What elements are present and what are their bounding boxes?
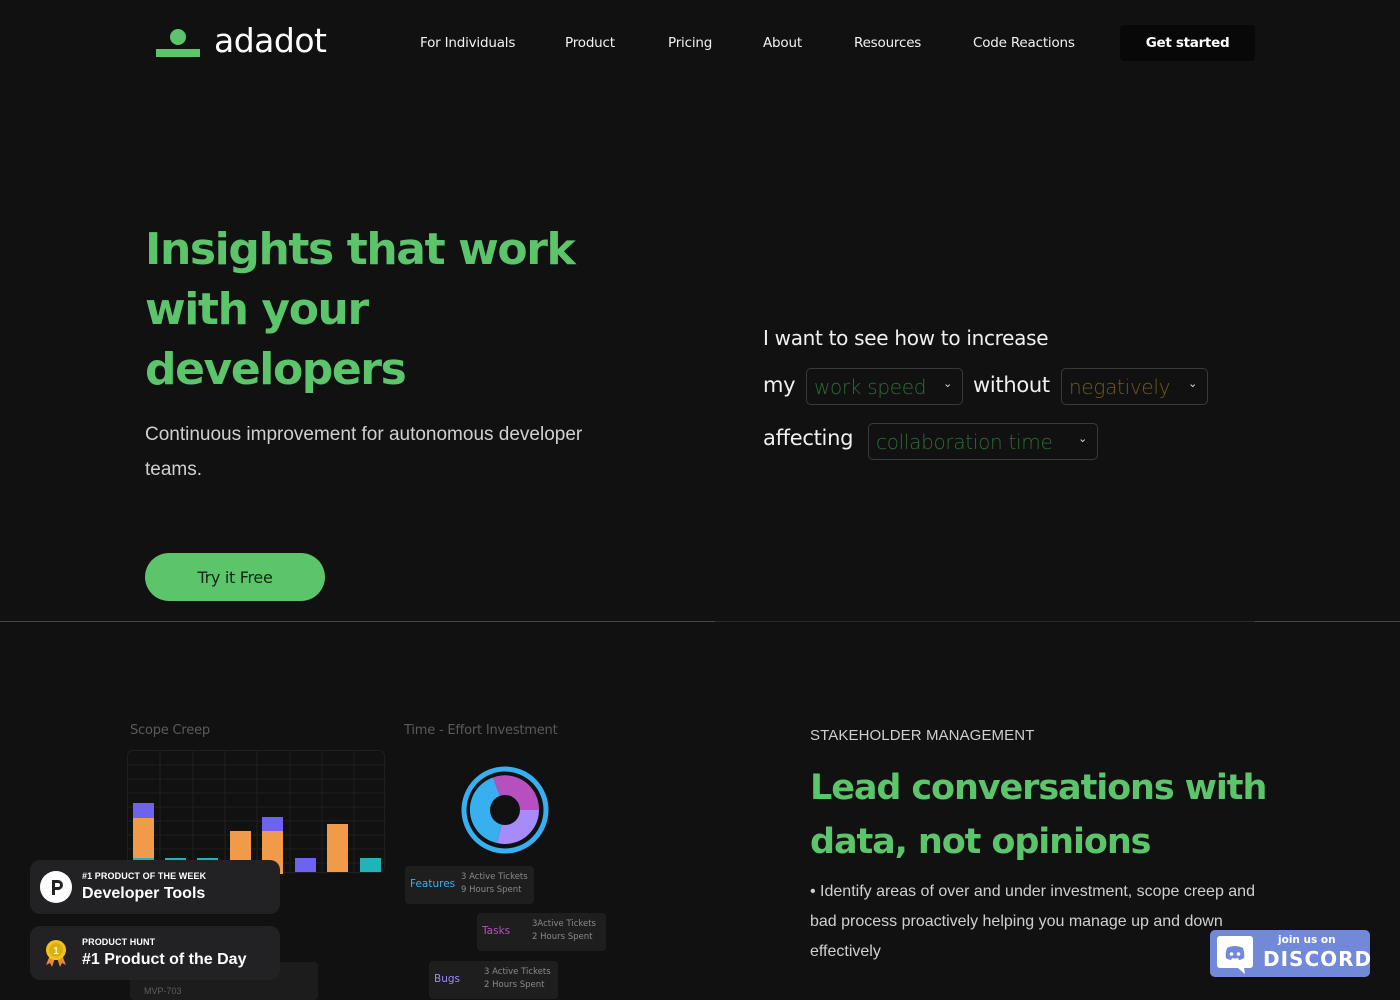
scope-bar-segment <box>262 817 283 831</box>
scope-creep-title: Scope Creep <box>130 723 210 738</box>
affected-metric-select[interactable]: collaboration time ⌄ <box>868 423 1098 460</box>
ticket-card-tickets: 3 Active Tickets <box>484 967 551 977</box>
work-metric-value: work speed <box>814 374 927 399</box>
scope-bar-segment <box>327 824 348 872</box>
scope-creep-chart-svg <box>128 751 386 874</box>
nav-link-resources[interactable]: Resources <box>854 35 921 51</box>
product-of-day-badge[interactable]: 1 PRODUCT HUNT #1 Product of the Day <box>30 926 280 980</box>
ticket-card-bugs: Bugs 3 Active Tickets 2 Hours Spent <box>429 961 558 999</box>
ticket-card-label: Tasks <box>482 925 511 937</box>
hero-title: Insights that work with your developers <box>145 224 576 395</box>
chevron-down-icon: ⌄ <box>1188 377 1197 390</box>
section-title: Lead conversations with data, not opinio… <box>810 768 1267 862</box>
sentence-intro: I want to see how to increase <box>763 326 1049 350</box>
badge-title: Developer Tools <box>82 885 206 902</box>
scope-bar-segment <box>133 803 154 818</box>
nav-link-pricing[interactable]: Pricing <box>668 35 712 51</box>
nav-link-about[interactable]: About <box>763 35 802 51</box>
product-of-week-badge[interactable]: #1 PRODUCT OF THE WEEK Developer Tools <box>30 860 280 914</box>
ticket-card-hours: 2 Hours Spent <box>484 980 545 990</box>
affected-metric-value: collaboration time <box>876 429 1053 454</box>
section-divider <box>0 621 715 622</box>
top-navigation: adadot For Individuals Product Pricing A… <box>0 0 1400 86</box>
scope-bar-segment <box>360 858 381 872</box>
medal-icon: 1 <box>46 940 66 967</box>
hero-subtitle: Continuous improvement for autonomous de… <box>145 424 583 480</box>
badge-title: #1 Product of the Day <box>82 951 247 968</box>
get-started-button[interactable]: Get started <box>1120 25 1255 61</box>
nav-link-product[interactable]: Product <box>565 35 615 51</box>
sentence-word-affecting: affecting <box>763 426 854 450</box>
discord-icon <box>1217 936 1253 974</box>
try-it-free-button[interactable]: Try it Free <box>145 553 325 601</box>
impact-select[interactable]: negatively ⌄ <box>1061 368 1208 405</box>
ticket-id: MVP-703 <box>144 986 182 996</box>
ticket-card-tickets: 3 Active Tickets <box>461 872 528 882</box>
time-effort-title: Time - Effort Investment <box>404 723 558 738</box>
nav-link-for-individuals[interactable]: For Individuals <box>420 35 515 51</box>
badge-caption: PRODUCT HUNT <box>82 937 156 947</box>
badge-caption: #1 PRODUCT OF THE WEEK <box>82 871 207 881</box>
svg-text:1: 1 <box>53 946 59 957</box>
scope-creep-chart <box>127 750 386 874</box>
ticket-card-features: Features 3 Active Tickets 9 Hours Spent <box>405 866 534 904</box>
product-hunt-icon <box>40 871 72 903</box>
section-divider <box>1255 621 1400 622</box>
chevron-down-icon: ⌄ <box>1078 432 1087 445</box>
ticket-card-tickets: 3Active Tickets <box>532 919 596 929</box>
sentence-word-without: without <box>973 373 1050 397</box>
chevron-down-icon: ⌄ <box>943 377 952 390</box>
work-metric-select[interactable]: work speed ⌄ <box>806 368 963 405</box>
discord-join-button[interactable]: join us on DISCORD <box>1210 930 1373 977</box>
ticket-card-label: Features <box>410 878 456 890</box>
ticket-card-hours: 2 Hours Spent <box>532 932 593 942</box>
ticket-card-tasks: Tasks 3Active Tickets 2 Hours Spent <box>477 913 606 951</box>
nav-link-code-reactions[interactable]: Code Reactions <box>973 35 1075 51</box>
time-effort-donut-chart <box>461 766 549 859</box>
section-body: • Identify areas of over and under inves… <box>810 883 1255 960</box>
discord-join-text: join us on <box>1278 934 1336 946</box>
section-divider <box>715 621 1255 622</box>
discord-wordmark: DISCORD <box>1263 947 1373 971</box>
ticket-card-hours: 9 Hours Spent <box>461 885 522 895</box>
scope-bar-segment <box>295 858 316 872</box>
ticket-card-label: Bugs <box>434 973 460 985</box>
sentence-word-my: my <box>763 373 796 397</box>
section-eyebrow: STAKEHOLDER MANAGEMENT <box>810 727 1035 744</box>
impact-value: negatively <box>1069 374 1171 399</box>
scope-bar-segment <box>133 818 154 858</box>
